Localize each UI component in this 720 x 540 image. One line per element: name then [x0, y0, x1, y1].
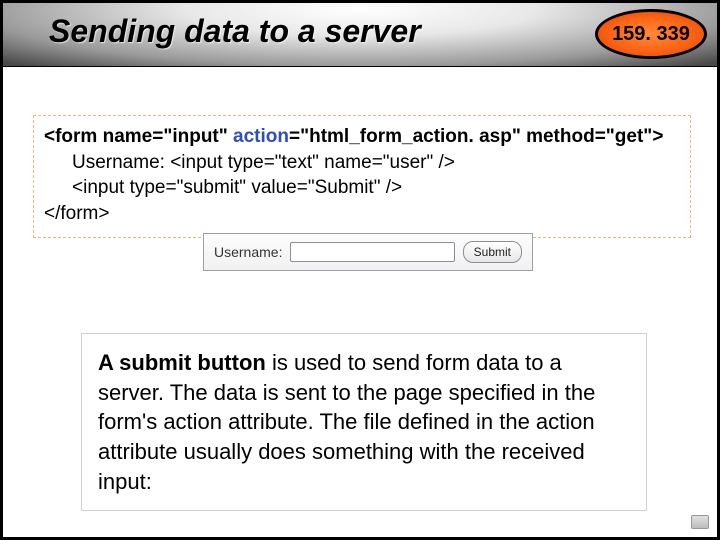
code-line-3: <input type="submit" value="Submit" /> — [44, 175, 680, 201]
code-line-1-suffix: ="html_form_action. asp" method="get"> — [289, 126, 663, 147]
username-label: Username: — [214, 244, 282, 260]
code-line-2: Username: <input type="text" name="user"… — [44, 150, 680, 176]
explanation-box: A submit button is used to send form dat… — [81, 333, 647, 511]
code-action-keyword: action — [233, 126, 289, 147]
code-line-1-prefix: <form name="input" — [44, 126, 233, 147]
return-icon[interactable] — [691, 515, 709, 529]
form-preview: Username: Submit — [203, 233, 533, 271]
submit-button[interactable]: Submit — [463, 241, 522, 263]
slide-number-badge: 159. 339 — [595, 9, 707, 59]
username-input[interactable] — [290, 242, 454, 262]
explanation-lead: A submit button — [98, 350, 266, 375]
page-title: Sending data to a server — [49, 13, 421, 50]
code-line-4: </form> — [44, 203, 109, 224]
slide-header: Sending data to a server 159. 339 — [3, 3, 717, 67]
code-example-box: <form name="input" action="html_form_act… — [33, 115, 691, 238]
